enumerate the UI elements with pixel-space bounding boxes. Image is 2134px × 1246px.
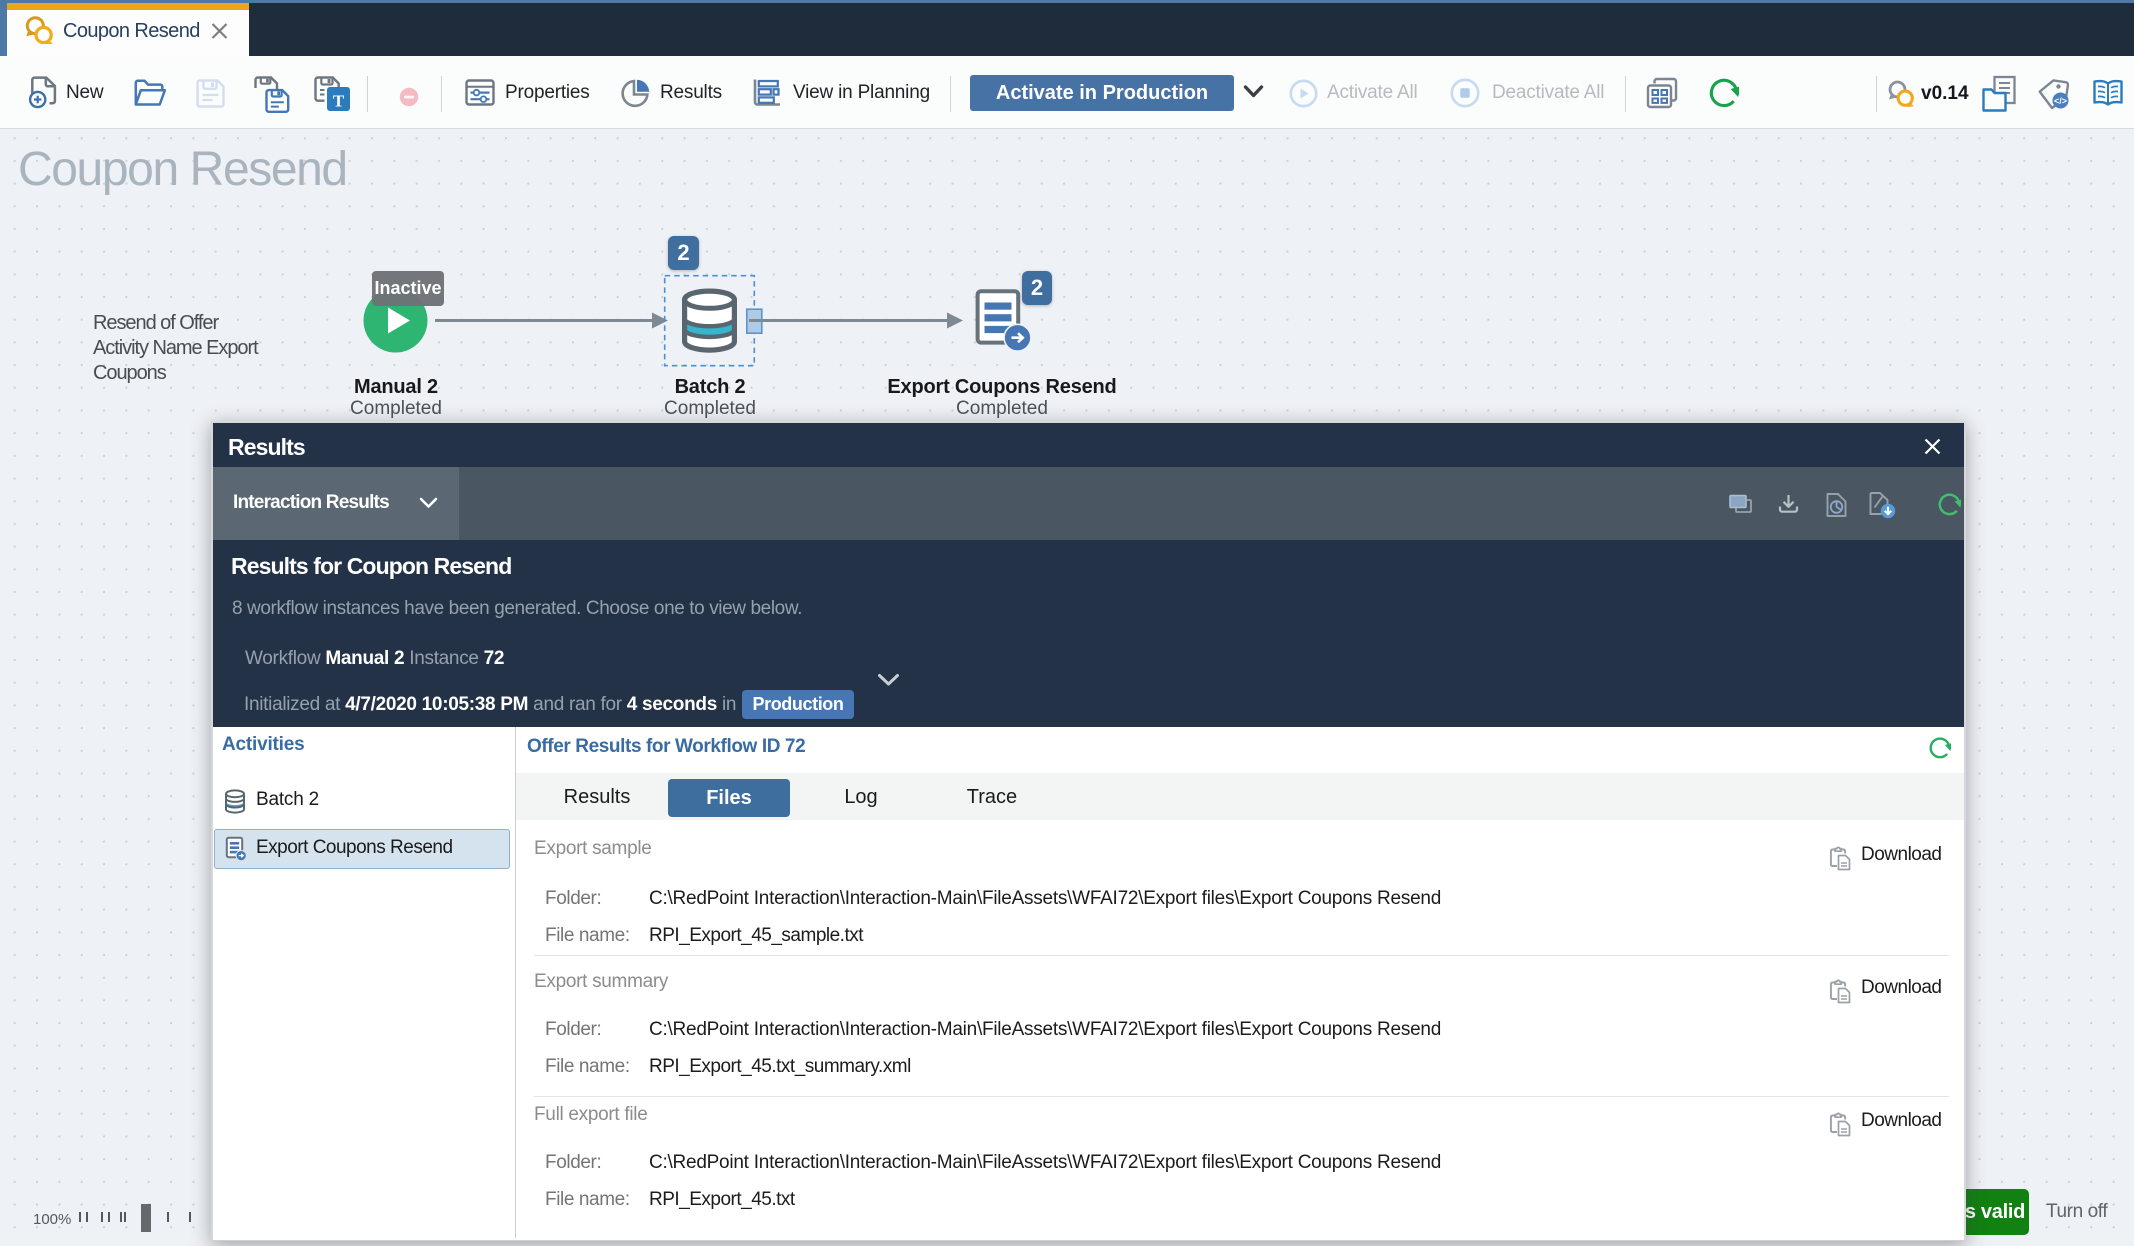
svg-text:</>: </> [2054,96,2067,106]
svg-text:T: T [333,92,345,111]
